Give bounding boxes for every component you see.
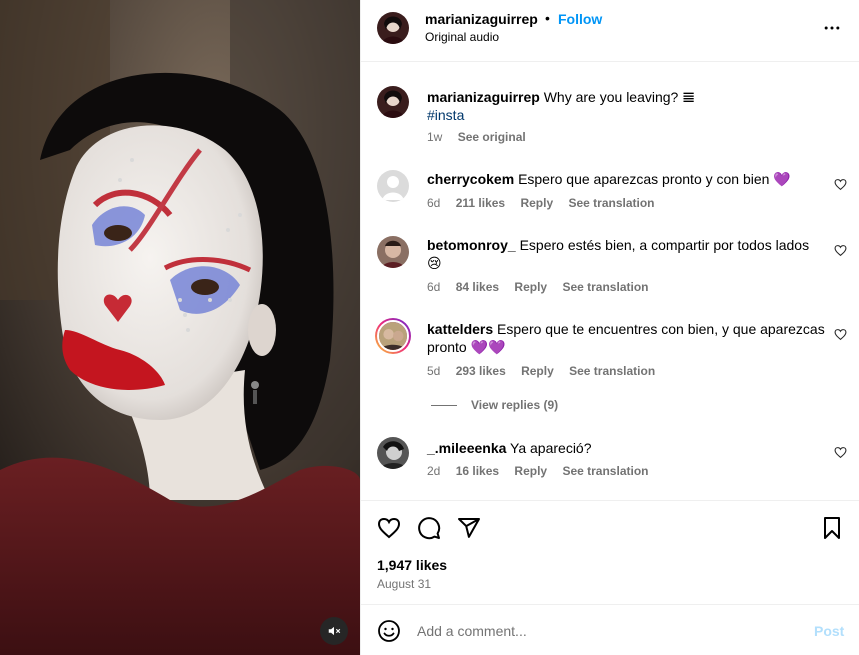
author-avatar[interactable]: [377, 12, 409, 44]
reply-button[interactable]: Reply: [520, 196, 553, 210]
heart-icon[interactable]: [377, 516, 401, 540]
replies-divider: [431, 405, 457, 406]
comment-meta: 6d 211 likes Reply See translation: [427, 196, 667, 210]
reply-button[interactable]: Reply: [514, 280, 547, 294]
comment-time[interactable]: 5d: [427, 364, 440, 378]
mute-button[interactable]: [320, 617, 348, 645]
post-header: marianizaguirrep • Follow Original audio: [361, 0, 859, 62]
comment-likes[interactable]: 293 likes: [456, 364, 506, 378]
commenter-avatar[interactable]: [377, 170, 409, 202]
view-replies-button[interactable]: View replies (9): [471, 398, 558, 412]
comment-body: Ya apareció?: [510, 440, 592, 456]
commenter-avatar[interactable]: [377, 437, 409, 469]
see-translation-link[interactable]: See translation: [569, 364, 655, 378]
comment-meta: 2d 16 likes Reply See translation: [427, 464, 660, 478]
reply-button[interactable]: Reply: [514, 464, 547, 478]
caption-username[interactable]: marianizaguirrep: [427, 89, 540, 105]
speaker-muted-icon: [328, 626, 341, 636]
likes-count[interactable]: 1,947 likes: [377, 557, 447, 573]
commenter-avatar[interactable]: [377, 236, 409, 268]
see-translation-link[interactable]: See translation: [562, 464, 648, 478]
comment-input[interactable]: [417, 619, 797, 643]
comment-composer: Post: [361, 604, 859, 655]
comment-likes[interactable]: 16 likes: [456, 464, 499, 478]
post-comment-button[interactable]: Post: [814, 623, 844, 639]
comment-icon[interactable]: [417, 516, 441, 540]
emoji-icon[interactable]: [377, 619, 401, 643]
like-comment-heart-icon[interactable]: [834, 446, 847, 459]
reply-button[interactable]: Reply: [521, 364, 554, 378]
comment-meta: 6d 84 likes Reply See translation: [427, 280, 660, 294]
comment-time[interactable]: 6d: [427, 280, 440, 294]
see-translation-link[interactable]: See translation: [562, 280, 648, 294]
caption-text: marianizaguirrep Why are you leaving? 𝌆 …: [427, 88, 827, 124]
original-audio-link[interactable]: Original audio: [425, 30, 499, 44]
post-actions: 1,947 likes August 31: [361, 500, 859, 604]
comment-text: kattelders Espero que te encuentres con …: [427, 320, 827, 356]
comment-time[interactable]: 6d: [427, 196, 440, 210]
post-date[interactable]: August 31: [377, 577, 431, 591]
comment-username[interactable]: cherrycokem: [427, 171, 514, 187]
caption-meta: 1w See original: [427, 130, 538, 144]
comment-likes[interactable]: 84 likes: [456, 280, 499, 294]
bookmark-icon[interactable]: [820, 516, 844, 540]
post-photo: [0, 0, 360, 655]
comment-username[interactable]: _.mileeenka: [427, 440, 506, 456]
comment-body: Espero que aparezcas pronto y con bien 💜: [518, 171, 791, 187]
comment-meta: 5d 293 likes Reply See translation: [427, 364, 667, 378]
comment-text: _.mileeenka Ya apareció?: [427, 439, 827, 457]
separator-dot: •: [545, 10, 550, 26]
commenter-avatar-story-ring[interactable]: [375, 318, 411, 354]
like-comment-heart-icon[interactable]: [834, 328, 847, 341]
follow-button[interactable]: Follow: [558, 11, 602, 27]
author-username[interactable]: marianizaguirrep: [425, 11, 538, 27]
caption-body: Why are you leaving? 𝌆: [543, 89, 695, 105]
hashtag-link[interactable]: #insta: [427, 106, 827, 124]
post-media[interactable]: [0, 0, 360, 655]
post-side-panel: marianizaguirrep • Follow Original audio…: [360, 0, 859, 655]
caption-avatar[interactable]: [377, 86, 409, 118]
see-translation-link[interactable]: See translation: [568, 196, 654, 210]
like-comment-heart-icon[interactable]: [834, 244, 847, 257]
comment-likes[interactable]: 211 likes: [456, 196, 505, 210]
comment-time[interactable]: 2d: [427, 464, 440, 478]
more-horizontal-icon[interactable]: [822, 18, 842, 38]
comment-username[interactable]: betomonroy_: [427, 237, 516, 253]
comment-text: cherrycokem Espero que aparezcas pronto …: [427, 170, 827, 188]
comment-text: betomonroy_ Espero estés bien, a compart…: [427, 236, 827, 272]
comment-username[interactable]: kattelders: [427, 321, 493, 337]
see-original-link[interactable]: See original: [458, 130, 526, 144]
share-icon[interactable]: [457, 516, 481, 540]
caption-time[interactable]: 1w: [427, 130, 442, 144]
like-comment-heart-icon[interactable]: [834, 178, 847, 191]
